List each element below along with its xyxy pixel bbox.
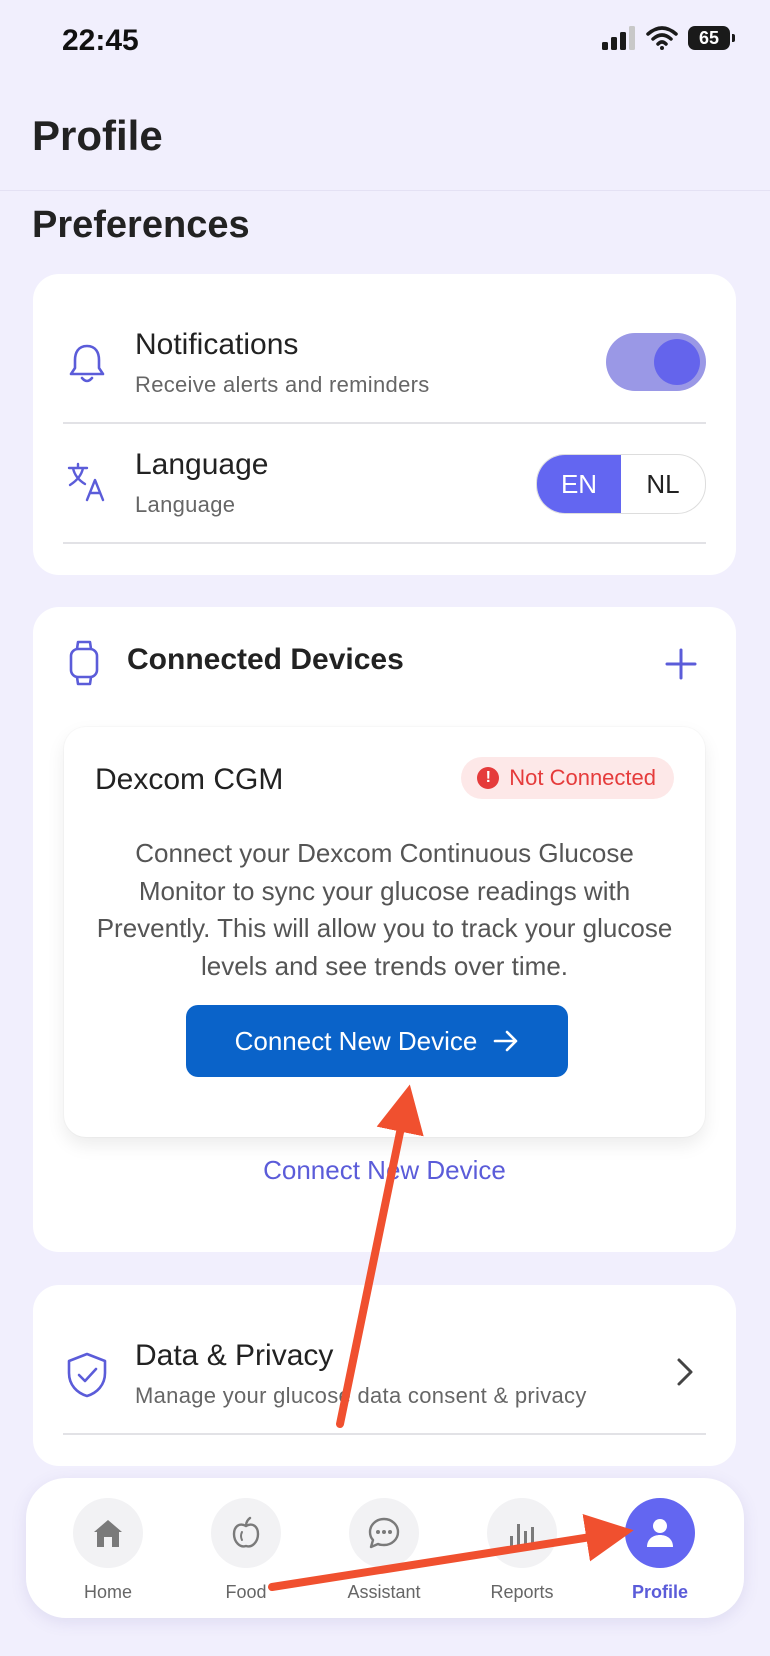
bottom-nav: Home Food Assistant Reports Profile	[26, 1478, 744, 1618]
add-device-button[interactable]	[664, 647, 698, 686]
bar-chart-icon	[505, 1524, 539, 1550]
page-title: Profile	[32, 112, 163, 159]
nav-assistant-label: Assistant	[347, 1582, 421, 1602]
data-privacy-title: Data & Privacy	[135, 1339, 334, 1372]
shield-check-icon	[65, 1351, 109, 1404]
user-icon	[647, 1519, 673, 1547]
nav-assistant[interactable]: Assistant	[324, 1498, 444, 1603]
preferences-card: Notifications Receive alerts and reminde…	[33, 274, 736, 575]
connect-button-label: Connect New Device	[234, 1025, 478, 1056]
connect-new-device-link[interactable]: Connect New Device	[33, 1155, 736, 1186]
battery-indicator: 65	[688, 26, 735, 50]
translate-icon	[65, 460, 109, 509]
nav-home-circle	[73, 1498, 143, 1568]
device-description: Connect your Dexcom Continuous Glucose M…	[96, 838, 673, 981]
wifi-icon	[646, 26, 678, 50]
data-privacy-subtitle: Manage your glucose data consent & priva…	[135, 1383, 587, 1408]
connect-new-device-button[interactable]: Connect New Device	[186, 1005, 568, 1077]
home-icon	[94, 1520, 122, 1547]
nav-reports-circle	[487, 1498, 557, 1568]
notifications-title: Notifications	[135, 328, 299, 361]
status-badge-label: Not Connected	[509, 765, 656, 790]
toggle-knob	[654, 339, 700, 385]
nav-reports[interactable]: Reports	[462, 1498, 582, 1603]
language-option-nl[interactable]: NL	[621, 455, 705, 513]
language-selector[interactable]: EN NL	[536, 454, 706, 514]
status-badge: ! Not Connected	[461, 757, 674, 799]
language-option-en[interactable]: EN	[537, 455, 621, 513]
connected-devices-title: Connected Devices	[127, 643, 404, 676]
status-time: 22:45	[62, 24, 139, 57]
language-subtitle: Language	[135, 492, 236, 517]
connected-devices-card: Connected Devices Dexcom CGM ! Not Conne…	[33, 607, 736, 1252]
row-divider	[63, 542, 706, 544]
row-divider	[63, 422, 706, 424]
chevron-right-icon	[676, 1357, 694, 1392]
header-divider	[0, 190, 770, 191]
notifications-subtitle: Receive alerts and reminders	[135, 372, 430, 397]
language-title: Language	[135, 448, 269, 481]
status-icons: 65	[602, 26, 735, 50]
nav-assistant-circle	[349, 1498, 419, 1568]
nav-food-circle	[211, 1498, 281, 1568]
nav-food[interactable]: Food	[186, 1498, 306, 1603]
nav-food-label: Food	[225, 1582, 267, 1602]
plus-icon	[665, 648, 697, 680]
signal-icon	[602, 26, 635, 50]
chat-icon	[368, 1517, 400, 1549]
notifications-toggle[interactable]	[606, 333, 706, 391]
bell-icon	[67, 342, 107, 391]
data-privacy-card[interactable]: Data & Privacy Manage your glucose data …	[33, 1285, 736, 1466]
device-card-dexcom: Dexcom CGM ! Not Connected Connect your …	[64, 727, 705, 1137]
watch-icon	[69, 639, 99, 692]
nav-profile[interactable]: Profile	[600, 1498, 720, 1603]
alert-icon: !	[477, 767, 500, 789]
nav-profile-circle	[625, 1498, 695, 1568]
row-divider	[63, 1433, 706, 1435]
nav-profile-label: Profile	[631, 1582, 688, 1602]
apple-icon	[232, 1516, 260, 1548]
arrow-right-icon	[494, 1030, 518, 1052]
nav-home-label: Home	[83, 1582, 132, 1602]
nav-reports-label: Reports	[490, 1582, 554, 1602]
nav-home[interactable]: Home	[48, 1498, 168, 1603]
device-name: Dexcom CGM	[95, 763, 284, 796]
preferences-heading: Preferences	[32, 204, 250, 246]
